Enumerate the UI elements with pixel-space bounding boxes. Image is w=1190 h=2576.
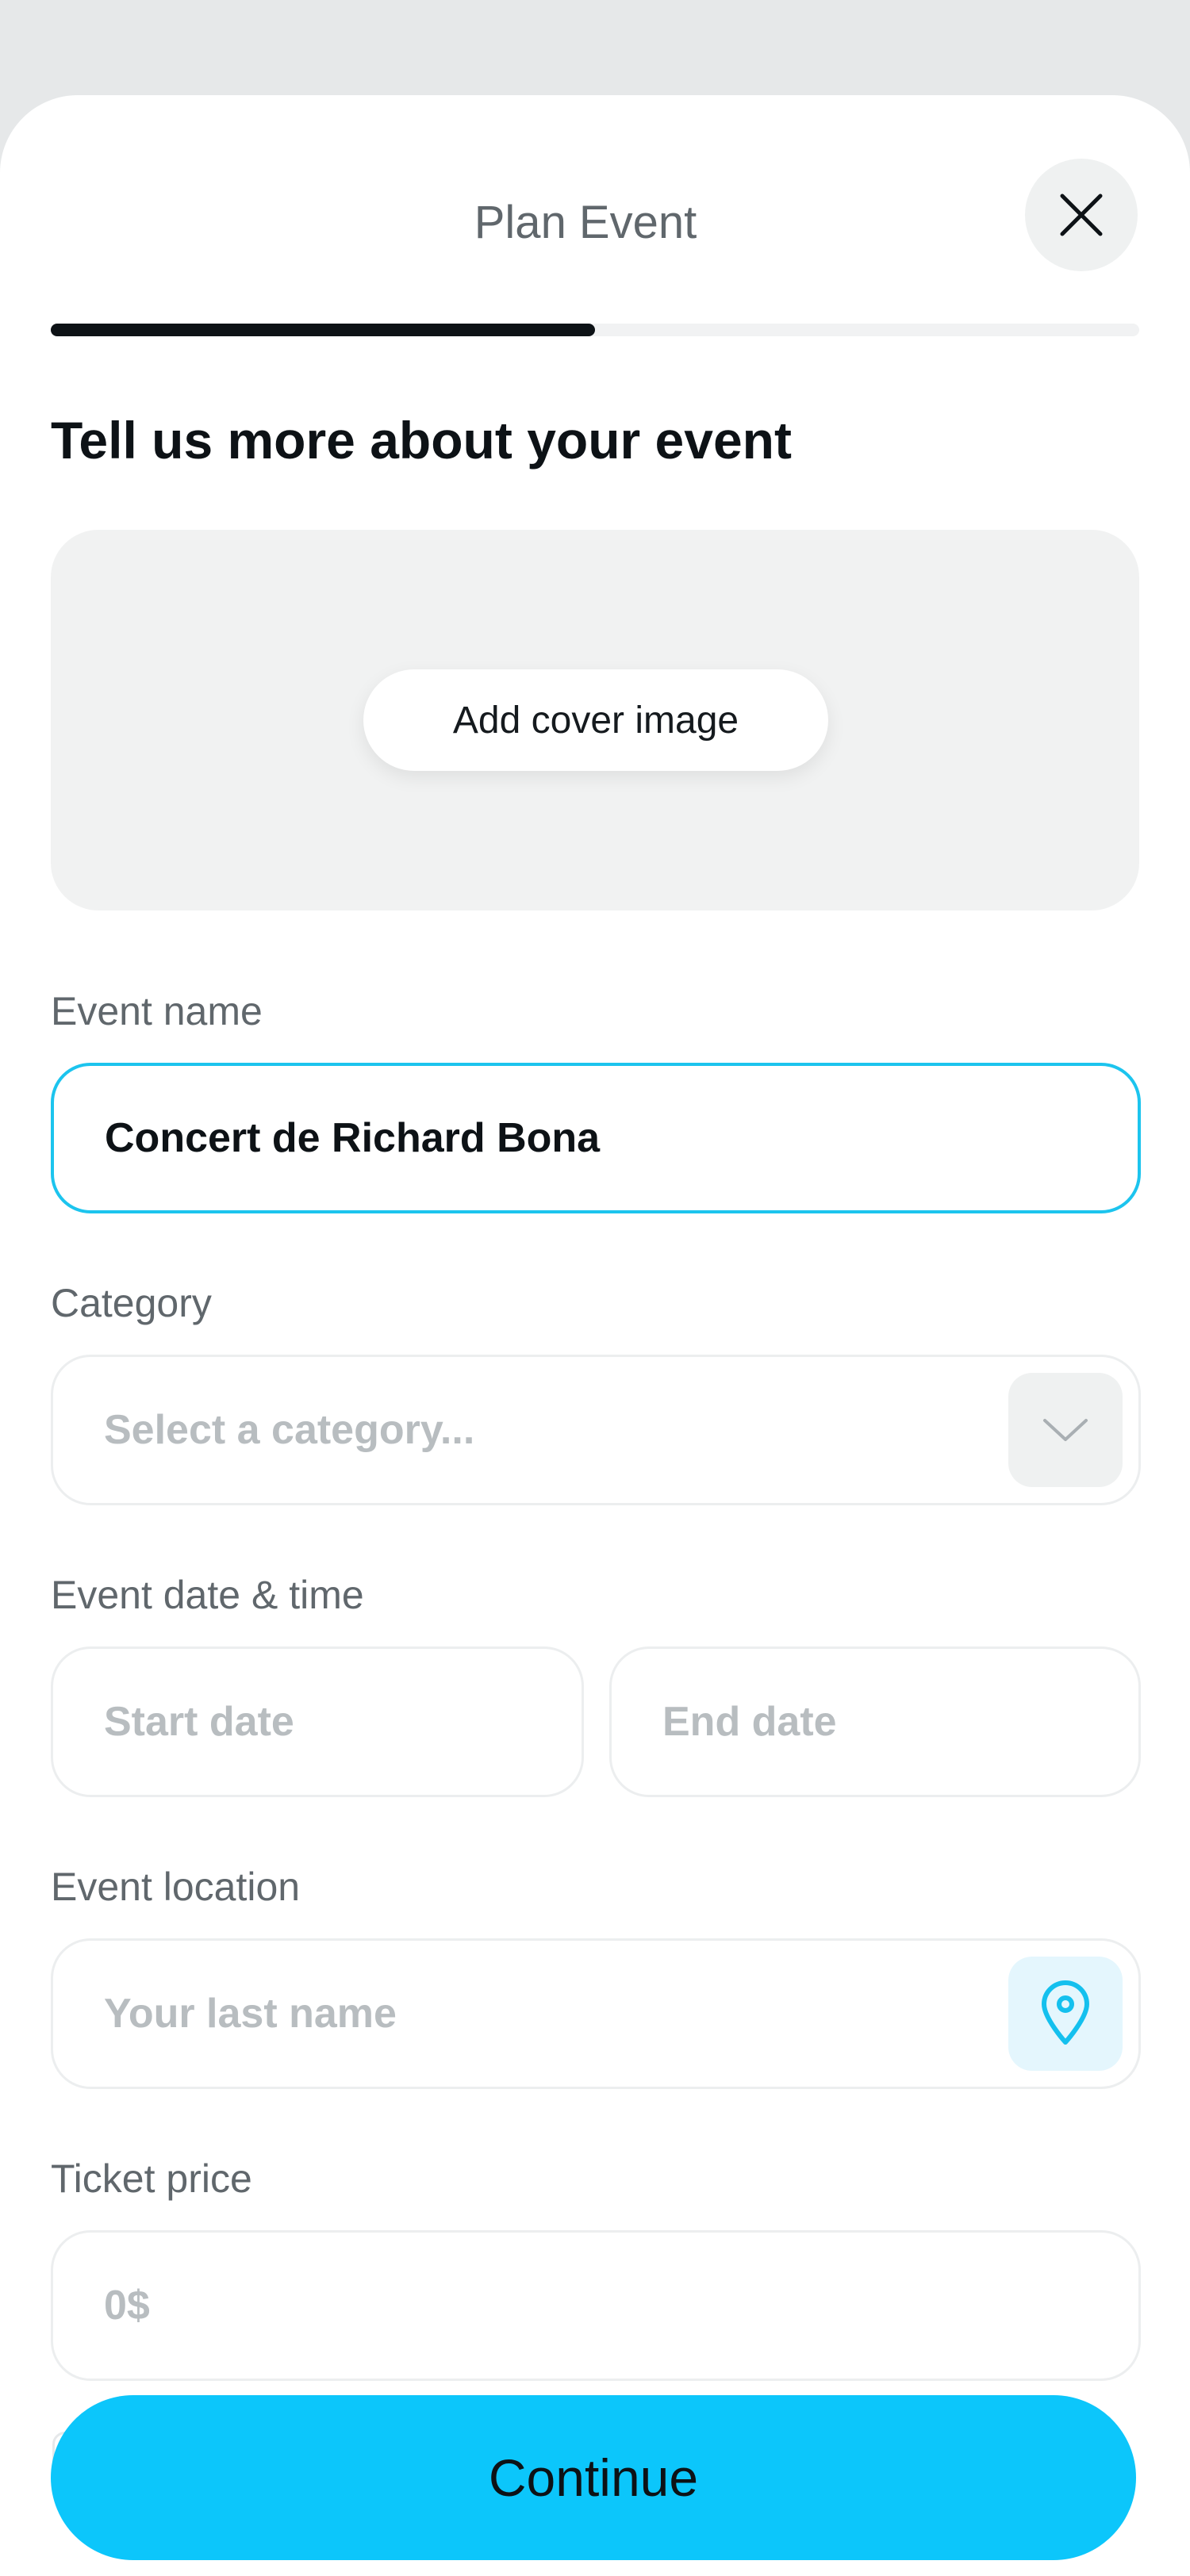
progress-bar	[51, 324, 1139, 336]
ticket-price-label: Ticket price	[51, 2156, 252, 2201]
add-cover-image-button[interactable]: Add cover image	[363, 669, 828, 771]
location-pin-button[interactable]	[1008, 1957, 1123, 2071]
category-select[interactable]: Select a category...	[51, 1355, 1141, 1505]
cover-image-area[interactable]: Add cover image	[51, 530, 1139, 910]
event-datetime-label: Event date & time	[51, 1573, 364, 1617]
progress-bar-fill	[51, 324, 595, 336]
ticket-price-input[interactable]: 0$	[51, 2230, 1141, 2381]
category-placeholder: Select a category...	[104, 1407, 475, 1453]
close-icon	[1060, 194, 1103, 236]
end-date-input[interactable]: End date	[609, 1646, 1141, 1797]
location-input[interactable]: Your last name	[51, 1938, 1141, 2089]
category-label: Category	[51, 1281, 212, 1325]
event-location-label: Event location	[51, 1865, 301, 1909]
category-dropdown-button[interactable]	[1008, 1373, 1123, 1487]
continue-button[interactable]: Continue	[51, 2395, 1136, 2560]
start-date-input[interactable]: Start date	[51, 1646, 584, 1797]
plan-event-sheet: Plan Event Tell us more about your event…	[0, 95, 1190, 2576]
section-heading: Tell us more about your event	[51, 411, 792, 470]
close-button[interactable]	[1025, 159, 1138, 271]
event-name-label: Event name	[51, 989, 263, 1033]
chevron-down-icon	[1043, 1419, 1088, 1441]
location-placeholder: Your last name	[104, 1991, 397, 2037]
location-pin-icon	[1042, 1980, 1089, 2045]
event-name-input[interactable]: Concert de Richard Bona	[51, 1063, 1141, 1213]
page-title: Plan Event	[474, 197, 697, 248]
